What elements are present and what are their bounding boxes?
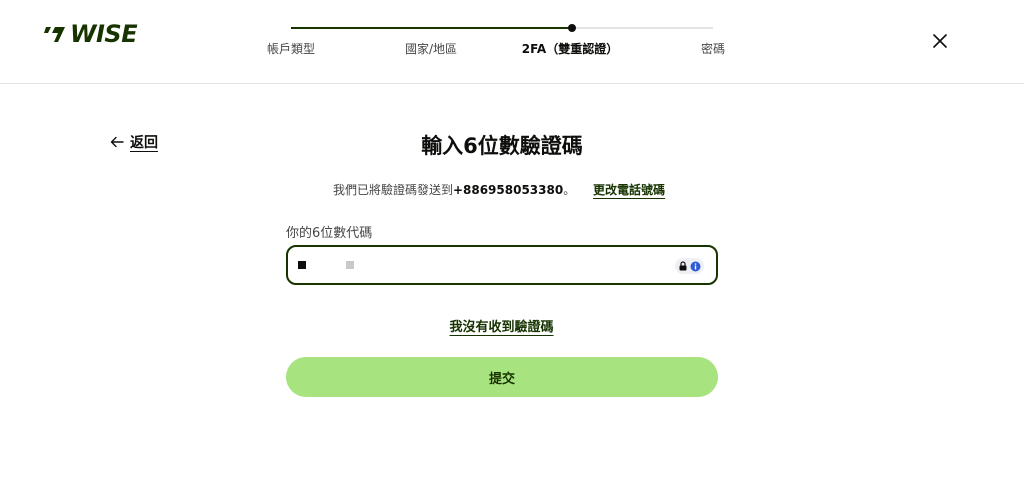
no-code-link[interactable]: 我沒有收到驗證碼 (0, 316, 1003, 335)
step-2fa: 2FA（雙重認證） (521, 42, 619, 56)
sent-message: 我們已將驗證碼發送到+886958053380。 更改電話號碼 (0, 181, 998, 198)
step-password: 密碼 (700, 42, 726, 56)
code-field[interactable] (286, 245, 718, 285)
close-button[interactable] (928, 29, 952, 53)
top-header: WISE 帳戶類型 國家/地區 2FA（雙重認證） 密碼 (0, 0, 1024, 84)
close-icon (933, 34, 947, 48)
change-phone-link[interactable]: 更改電話號碼 (593, 183, 665, 197)
code-field-label: 你的6位數代碼 (286, 226, 373, 241)
stepper-current-dot (568, 24, 577, 32)
wise-logo[interactable]: WISE (44, 20, 138, 48)
sent-message-suffix: 。 (563, 183, 576, 197)
lock-icon (679, 261, 687, 271)
page-title: 輸入6位數驗證碼 (421, 134, 583, 158)
stepper-progress (291, 27, 573, 29)
password-manager-button[interactable] (675, 258, 704, 274)
phone-number: +886958053380 (452, 183, 564, 197)
signup-stepper: 帳戶類型 國家/地區 2FA（雙重認證） 密碼 (250, 18, 750, 58)
info-icon (690, 261, 701, 271)
wise-flag-icon (44, 27, 65, 42)
step-country: 國家/地區 (404, 42, 458, 56)
submit-button[interactable]: 提交 (286, 357, 718, 397)
sent-message-prefix: 我們已將驗證碼發送到 (332, 183, 453, 197)
step-account-type: 帳戶類型 (266, 42, 316, 56)
wise-wordmark: WISE (70, 20, 138, 48)
